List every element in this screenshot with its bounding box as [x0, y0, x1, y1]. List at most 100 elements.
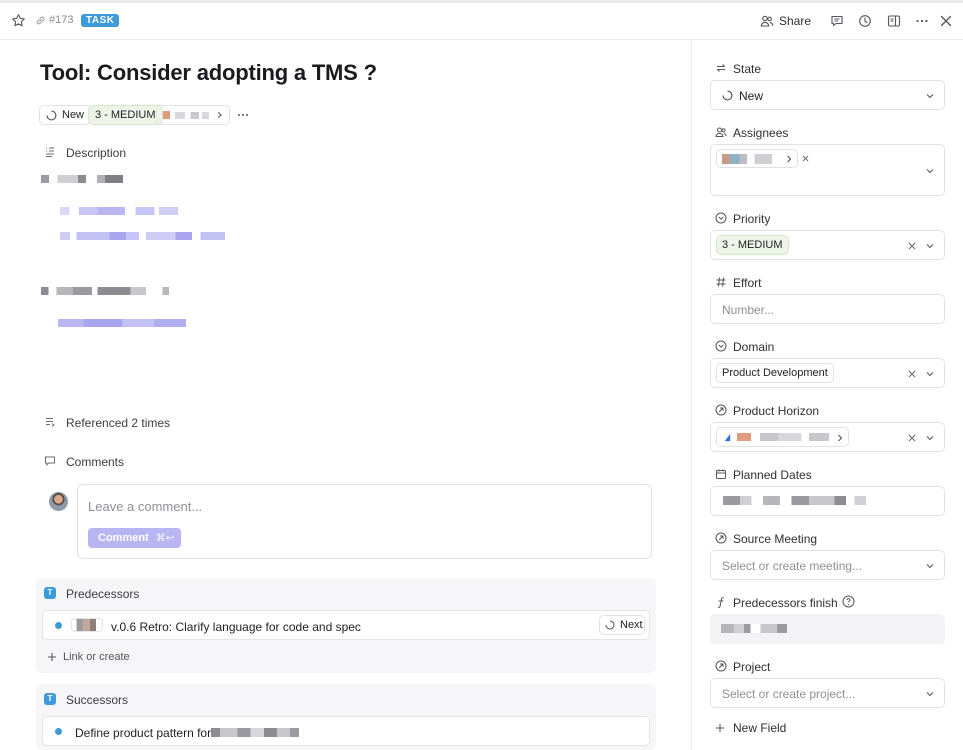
new-field-button[interactable]: New Field [715, 721, 786, 735]
formula-icon [715, 596, 727, 608]
horizon-chip-blur [175, 111, 209, 119]
predecessor-title: v.0.6 Retro: Clarify language for code a… [111, 620, 361, 634]
horizon-pill[interactable] [716, 427, 849, 447]
predecessors-panel: T Predecessors v.0.6 Retro: Clarify lang… [36, 578, 656, 673]
comment-button[interactable]: Comment ⌘↩ [88, 528, 181, 548]
description-link-blur [58, 319, 186, 327]
predecessors-label: Predecessors [66, 587, 140, 601]
horizon-chip-avatar [163, 111, 171, 119]
comments-icon [44, 455, 56, 467]
horizon-logo-icon [724, 433, 731, 442]
description-text-blur [41, 287, 169, 295]
predecessors-finish-value [710, 614, 945, 644]
comment-input[interactable]: Leave a comment... Comment ⌘↩ [77, 484, 652, 559]
priority-chip-label: 3 - MEDIUM [95, 109, 156, 121]
help-icon[interactable] [842, 595, 855, 608]
chevron-down-icon [926, 169, 934, 174]
share-label: Share [779, 14, 812, 28]
priority-label: Priority [733, 212, 771, 226]
project-placeholder: Select or create project... [722, 687, 856, 701]
product-horizon-label: Product Horizon [733, 404, 820, 418]
status-chip[interactable]: New [39, 105, 92, 125]
chevron-down-icon [926, 436, 934, 441]
clear-icon[interactable] [908, 370, 916, 378]
clear-icon[interactable] [908, 434, 916, 442]
predecessor-row[interactable]: v.0.6 Retro: Clarify language for code a… [42, 610, 650, 640]
assignee-pill[interactable] [716, 149, 798, 168]
meeting-icon [715, 532, 727, 544]
type-badge: TASK [81, 14, 120, 27]
chevron-down-icon [926, 564, 934, 569]
source-meeting-label: Source Meeting [733, 532, 818, 546]
link-or-create-button[interactable]: Link or create [47, 651, 130, 663]
new-field-label: New Field [733, 721, 787, 735]
assignees-icon [715, 126, 727, 138]
comments-label: Comments [66, 455, 125, 469]
comment-button-label: Comment [98, 532, 149, 544]
share-button[interactable]: Share [760, 13, 811, 29]
description-link-blur [60, 232, 225, 240]
panel-icon[interactable] [885, 12, 903, 30]
chevron-down-icon [926, 94, 934, 99]
project-select[interactable]: Select or create project... [710, 678, 945, 708]
chevron-down-icon [926, 244, 934, 249]
effort-label: Effort [733, 276, 762, 290]
state-value: New [739, 89, 764, 103]
panel-divider [691, 40, 692, 750]
assignees-select[interactable] [710, 144, 945, 196]
assignee-blur [722, 154, 772, 164]
state-select[interactable]: New [710, 80, 945, 110]
comment-icon[interactable] [828, 12, 846, 30]
chevron-right-icon [838, 434, 843, 442]
state-icon [46, 110, 57, 120]
domain-label: Domain [733, 340, 775, 354]
state-prop-icon [715, 62, 727, 74]
chevron-down-icon [926, 372, 934, 377]
assignees-label: Assignees [733, 126, 789, 140]
references-label[interactable]: Referenced 2 times [66, 416, 170, 430]
task-dot-icon [55, 728, 62, 735]
successor-title: Define product pattern for [75, 726, 212, 740]
effort-input[interactable]: Number... [710, 294, 945, 324]
priority-chip[interactable]: 3 - MEDIUM [88, 105, 163, 125]
comment-shortcut: ⌘↩ [155, 533, 175, 544]
horizon-chip[interactable] [156, 105, 230, 125]
source-meeting-select[interactable]: Select or create meeting... [710, 550, 945, 580]
clear-icon[interactable] [908, 242, 916, 250]
calendar-icon [715, 468, 727, 480]
issue-title[interactable]: Tool: Consider adopting a TMS ? [40, 60, 377, 86]
description-label: Description [66, 146, 127, 160]
priority-value: 3 - MEDIUM [716, 235, 789, 255]
chevron-right-icon [217, 111, 222, 119]
planned-dates-blur [723, 496, 866, 505]
successor-row[interactable]: Define product pattern for [42, 716, 650, 746]
close-icon[interactable] [937, 12, 955, 30]
status-chip-label: New [62, 109, 85, 121]
predecessor-status-chip[interactable]: Next [599, 615, 645, 635]
top-bar: #173 TASK Share [0, 0, 963, 40]
history-icon[interactable] [856, 12, 874, 30]
domain-select[interactable]: Product Development [710, 358, 945, 388]
more-icon[interactable] [913, 12, 931, 30]
avatar [49, 492, 68, 511]
comment-placeholder: Leave a comment... [88, 499, 203, 514]
task-dot-icon [55, 622, 62, 629]
predecessor-status: Next [620, 619, 643, 631]
planned-dates-input[interactable] [710, 486, 945, 516]
star-icon[interactable] [11, 13, 26, 28]
description-link-blur [60, 207, 178, 215]
chip-more-icon[interactable] [236, 110, 250, 120]
state-icon [605, 620, 615, 630]
predecessors-finish-label: Predecessors finish [733, 596, 838, 610]
remove-assignee-icon[interactable] [802, 155, 809, 162]
task-type-icon: T [44, 587, 56, 599]
effort-placeholder: Number... [722, 303, 775, 317]
link-icon [35, 15, 46, 26]
priority-select[interactable]: 3 - MEDIUM [710, 230, 945, 260]
references-icon [44, 416, 56, 428]
state-icon [722, 90, 733, 101]
source-meeting-placeholder: Select or create meeting... [722, 559, 863, 573]
horizon-icon [715, 404, 727, 416]
successor-title-blur [211, 728, 299, 737]
product-horizon-select[interactable] [710, 422, 945, 452]
